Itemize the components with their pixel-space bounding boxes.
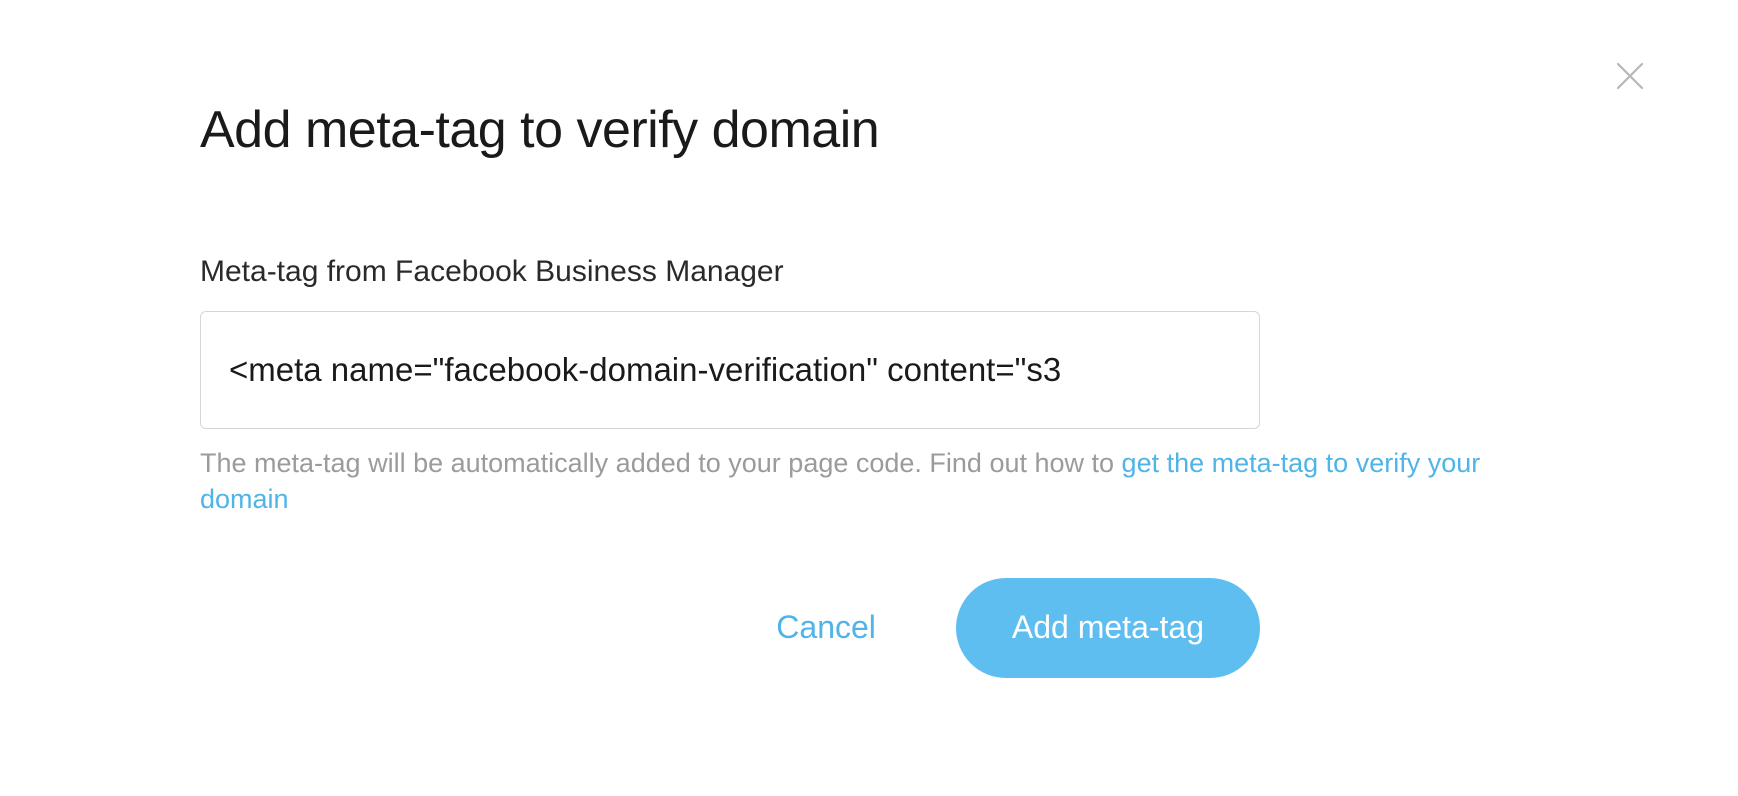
meta-tag-field-label: Meta-tag from Facebook Business Manager [200, 255, 1538, 289]
helper-text-static: The meta-tag will be automatically added… [200, 448, 1122, 478]
meta-tag-input[interactable] [200, 311, 1260, 429]
close-icon [1612, 58, 1648, 94]
add-meta-tag-button[interactable]: Add meta-tag [956, 578, 1260, 678]
helper-text: The meta-tag will be automatically added… [200, 445, 1538, 518]
cancel-button[interactable]: Cancel [756, 599, 896, 656]
verify-domain-dialog: Add meta-tag to verify domain Meta-tag f… [0, 0, 1738, 796]
close-button[interactable] [1612, 58, 1648, 94]
dialog-button-row: Cancel Add meta-tag [200, 578, 1260, 678]
dialog-title: Add meta-tag to verify domain [200, 100, 1538, 160]
